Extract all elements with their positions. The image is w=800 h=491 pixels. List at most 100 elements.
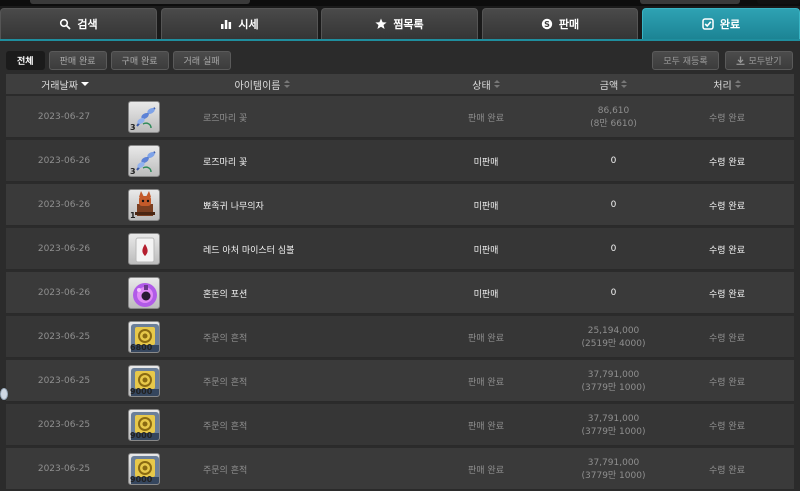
table-row[interactable]: 2023-06-25 9000 주문의 흔적 판매 완료 37,791,000 (3779… bbox=[6, 404, 794, 446]
top-edge-segment bbox=[757, 0, 800, 4]
amount-value: 0 bbox=[610, 156, 617, 166]
tab-price[interactable]: 시세 bbox=[161, 8, 318, 39]
chaos-potion-icon bbox=[128, 277, 160, 309]
amount-korean: (2519만 4000) bbox=[581, 338, 646, 349]
column-status[interactable]: 상태 bbox=[451, 74, 521, 94]
row-item-name: 주문의 흔적 bbox=[203, 333, 248, 344]
scroll-indicator[interactable] bbox=[0, 388, 8, 400]
row-process: 수령 완료 bbox=[709, 113, 745, 124]
row-item-name: 로즈마리 꽃 bbox=[203, 157, 248, 168]
row-status: 판매 완료 bbox=[468, 113, 504, 124]
tab-sell[interactable]: S 판매 bbox=[482, 8, 638, 39]
row-process: 수령 완료 bbox=[709, 245, 745, 256]
row-process: 수령 완료 bbox=[709, 201, 745, 212]
star-icon bbox=[375, 18, 387, 29]
row-item-name: 주문의 흔적 bbox=[203, 421, 248, 432]
amount-korean: (3779만 1000) bbox=[581, 426, 646, 437]
row-amount: 37,791,000 (3779만 1000) bbox=[566, 448, 661, 490]
spell-trace-icon: 9000 bbox=[128, 453, 160, 485]
row-amount: 86,610 (8만 6610) bbox=[566, 96, 661, 138]
column-status-label: 상태 bbox=[472, 80, 491, 92]
receive-all-button[interactable]: 모두받기 bbox=[725, 51, 793, 70]
table-row[interactable]: 2023-06-26 레드 아처 마이스터 심볼 미판매 0 수령 완료 bbox=[6, 228, 794, 270]
spell-trace-icon: 9000 bbox=[128, 409, 160, 441]
item-quantity: 1 bbox=[130, 211, 136, 220]
archer-symbol-icon bbox=[128, 233, 160, 265]
row-status: 미판매 bbox=[473, 157, 499, 168]
row-amount: 37,791,000 (3779만 1000) bbox=[566, 404, 661, 446]
table-row[interactable]: 2023-06-26 혼돈의 포션 미판매 0 수령 완료 bbox=[6, 272, 794, 314]
row-amount: 0 bbox=[566, 272, 661, 314]
fox-chair-icon: 1 bbox=[128, 189, 160, 221]
row-amount: 37,791,000 (3779만 1000) bbox=[566, 360, 661, 402]
row-date: 2023-06-25 bbox=[37, 420, 91, 430]
completed-panel: 전체 판매 완료 구매 완료 거래 실패 모두 재등록 모두받기 거래날짜 아이… bbox=[0, 39, 800, 491]
row-status: 판매 완료 bbox=[468, 377, 504, 388]
tab-complete[interactable]: 완료 bbox=[642, 8, 800, 39]
item-quantity: 3 bbox=[130, 123, 136, 132]
column-item[interactable]: 아이템이름 bbox=[192, 74, 332, 94]
row-status: 미판매 bbox=[473, 201, 499, 212]
relist-all-button[interactable]: 모두 재등록 bbox=[652, 51, 719, 70]
row-date: 2023-06-25 bbox=[37, 376, 91, 386]
tab-wishlist-label: 찜목록 bbox=[393, 18, 424, 31]
rosemary-flower-icon: 3 bbox=[128, 101, 160, 133]
table-row[interactable]: 2023-06-27 3 로즈마리 꽃 판매 완료 86,610 (8만 6610) 수령 … bbox=[6, 96, 794, 138]
amount-value: 37,791,000 bbox=[587, 369, 640, 380]
table-row[interactable]: 2023-06-25 9000 주문의 흔적 판매 완료 37,791,000 (3779… bbox=[6, 360, 794, 402]
column-date[interactable]: 거래날짜 bbox=[6, 74, 122, 94]
amount-value: 86,610 bbox=[597, 105, 630, 116]
column-item-label: 아이템이름 bbox=[234, 80, 281, 92]
tab-wishlist[interactable]: 찜목록 bbox=[321, 8, 478, 39]
row-date: 2023-06-27 bbox=[37, 112, 91, 122]
column-amount[interactable]: 금액 bbox=[576, 74, 651, 94]
row-status: 미판매 bbox=[473, 245, 499, 256]
row-date: 2023-06-26 bbox=[37, 244, 91, 254]
tab-price-label: 시세 bbox=[238, 18, 259, 31]
row-status: 미판매 bbox=[473, 289, 499, 300]
row-process: 수령 완료 bbox=[709, 157, 745, 168]
tab-search[interactable]: 검색 bbox=[0, 8, 157, 39]
amount-value: 37,791,000 bbox=[587, 413, 640, 424]
row-item-name: 주문의 흔적 bbox=[203, 465, 248, 476]
spell-trace-icon: 9000 bbox=[128, 365, 160, 397]
sort-icon bbox=[493, 80, 500, 88]
amount-value: 37,791,000 bbox=[587, 457, 640, 468]
column-amount-label: 금액 bbox=[599, 80, 619, 92]
row-status: 판매 완료 bbox=[468, 421, 504, 432]
top-edge-segment bbox=[30, 0, 250, 4]
rosemary-flower-icon: 3 bbox=[128, 145, 160, 177]
coin-icon: S bbox=[541, 18, 553, 30]
search-icon bbox=[60, 18, 72, 30]
filter-all-button[interactable]: 전체 bbox=[6, 51, 45, 70]
amount-korean: (3779만 1000) bbox=[581, 382, 646, 393]
top-edge-segment bbox=[640, 0, 740, 4]
row-item-name: 혼돈의 포션 bbox=[203, 289, 248, 300]
sort-icon bbox=[734, 80, 741, 88]
filter-sold-button[interactable]: 판매 완료 bbox=[48, 51, 107, 70]
checkbox-icon bbox=[702, 18, 714, 30]
table-row[interactable]: 2023-06-25 9000 주문의 흔적 판매 완료 37,791,000 (3779… bbox=[6, 448, 794, 490]
filter-bought-button[interactable]: 구매 완료 bbox=[110, 51, 169, 70]
row-item-name: 로즈마리 꽃 bbox=[203, 113, 248, 124]
item-quantity: 9000 bbox=[130, 431, 153, 440]
column-process[interactable]: 처리 bbox=[694, 74, 760, 94]
download-icon bbox=[736, 56, 745, 65]
table-row[interactable]: 2023-06-26 3 로즈마리 꽃 미판매 0 수령 완료 bbox=[6, 140, 794, 182]
item-quantity: 3 bbox=[130, 167, 136, 176]
row-item-name: 주문의 흔적 bbox=[203, 377, 248, 388]
sort-icon bbox=[621, 80, 628, 88]
row-process: 수령 완료 bbox=[709, 377, 745, 388]
amount-value: 0 bbox=[610, 244, 617, 254]
row-amount: 25,194,000 (2519만 4000) bbox=[566, 316, 661, 358]
column-process-label: 처리 bbox=[713, 80, 732, 92]
table-row[interactable]: 2023-06-25 6800 주문의 흔적 판매 완료 25,194,000 (2519… bbox=[6, 316, 794, 358]
table-header: 거래날짜 아이템이름 상태 금액 처리 bbox=[6, 74, 794, 94]
row-date: 2023-06-26 bbox=[37, 200, 91, 210]
table-row[interactable]: 2023-06-26 1 뾰족귀 나무의자 미판매 0 수령 완료 bbox=[6, 184, 794, 226]
row-process: 수령 완료 bbox=[709, 421, 745, 432]
sort-desc-icon bbox=[80, 80, 89, 88]
tab-bar: 검색 시세 찜목록 S 판매 완료 bbox=[0, 8, 800, 39]
filter-group: 전체 판매 완료 구매 완료 거래 실패 bbox=[6, 51, 231, 70]
filter-failed-button[interactable]: 거래 실패 bbox=[172, 51, 231, 70]
